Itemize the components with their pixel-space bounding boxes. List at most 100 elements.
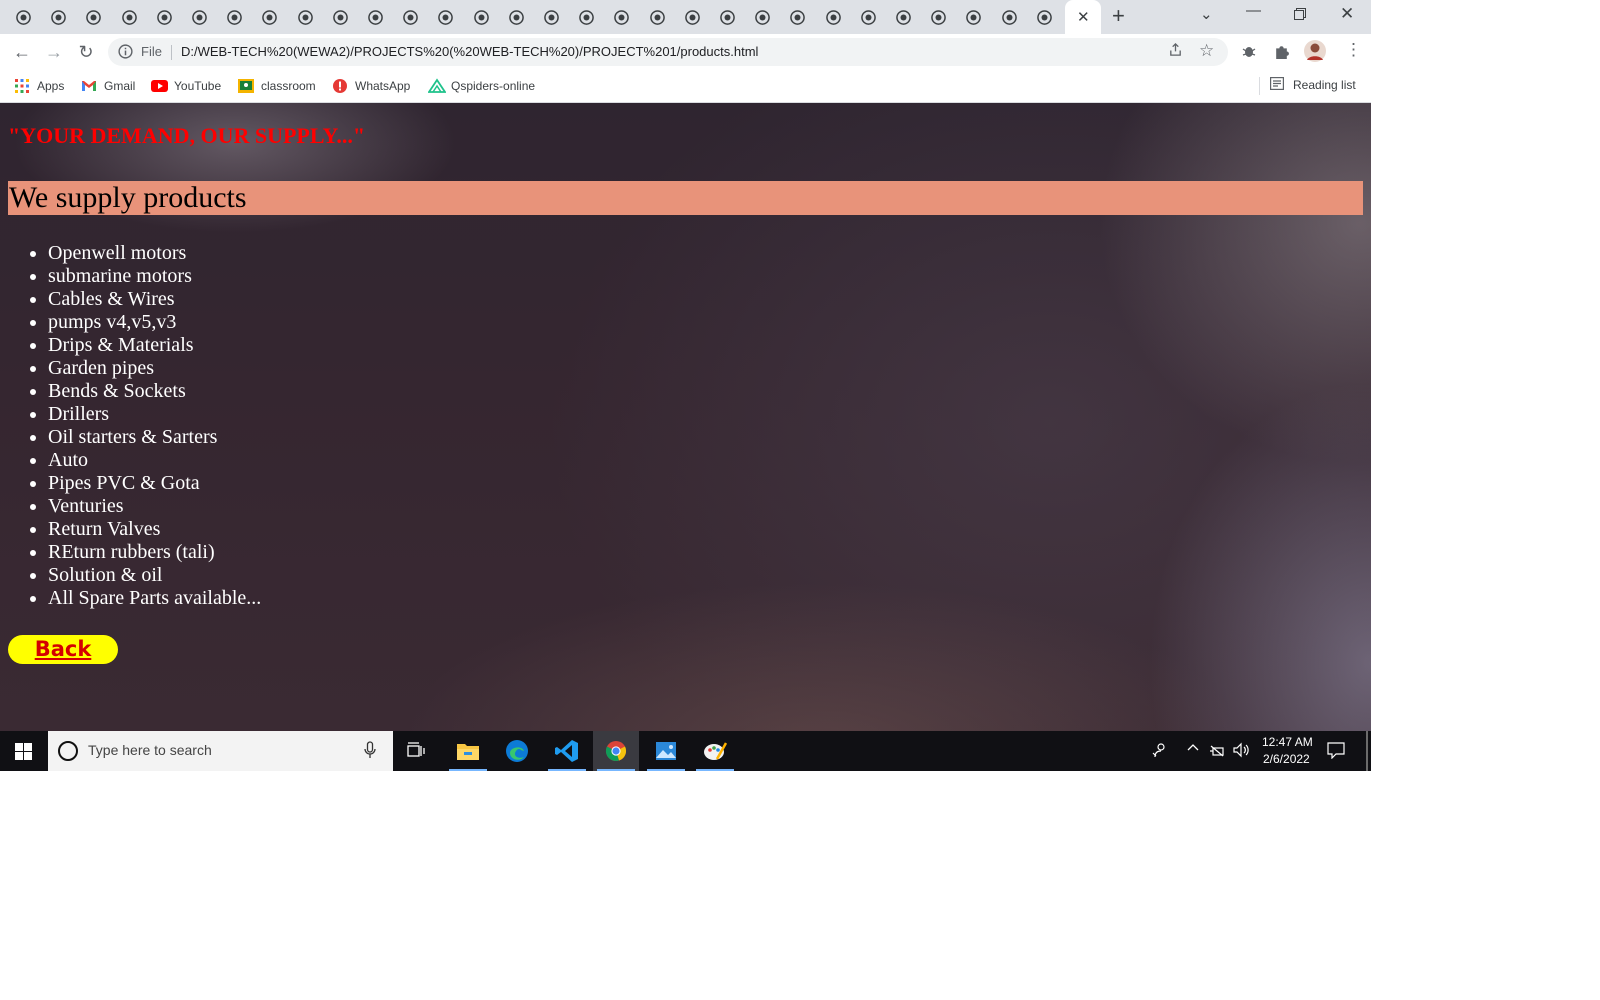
- browser-tab[interactable]: [288, 0, 323, 34]
- chrome-button[interactable]: [593, 731, 639, 771]
- browser-tab[interactable]: [710, 0, 745, 34]
- bookmark-classroom[interactable]: classroom: [238, 77, 316, 95]
- browser-tab[interactable]: [604, 0, 639, 34]
- slogan: "YOUR DEMAND, OUR SUPPLY...": [8, 123, 366, 148]
- browser-tab[interactable]: [147, 0, 182, 34]
- globe-icon: [156, 10, 172, 25]
- browser-tab[interactable]: [217, 0, 252, 34]
- address-bar[interactable]: File D:/WEB-TECH%20(WEWA2)/PROJECTS%20(%…: [108, 38, 1228, 66]
- browser-tab[interactable]: [358, 0, 393, 34]
- photos-button[interactable]: [643, 731, 689, 771]
- back-button[interactable]: Back: [8, 635, 118, 664]
- clock-time[interactable]: 12:47 AM: [1262, 735, 1313, 749]
- forward-arrow-icon[interactable]: →: [42, 40, 66, 64]
- notification-icon[interactable]: [1327, 741, 1345, 764]
- browser-tab[interactable]: [816, 0, 851, 34]
- bookmark-gmail[interactable]: Gmail: [81, 77, 135, 95]
- browser-tab[interactable]: [745, 0, 780, 34]
- task-view-icon: [407, 742, 425, 757]
- paint-button[interactable]: [692, 731, 738, 771]
- share-icon[interactable]: [1168, 42, 1183, 61]
- reading-list-label: Reading list: [1293, 78, 1356, 92]
- info-icon[interactable]: [118, 44, 133, 64]
- minimize-button[interactable]: —: [1246, 2, 1261, 19]
- list-item: All Spare Parts available...: [48, 587, 261, 610]
- back-arrow-icon[interactable]: ←: [10, 40, 34, 64]
- microphone-icon[interactable]: [364, 741, 376, 764]
- network-icon[interactable]: [1209, 742, 1225, 761]
- list-item: submarine motors: [48, 265, 261, 288]
- edge-button[interactable]: [494, 731, 540, 771]
- extension-bug-icon[interactable]: [1241, 43, 1257, 64]
- close-window-button[interactable]: ✕: [1340, 4, 1354, 24]
- omnibox-separator: [171, 45, 172, 60]
- browser-tab[interactable]: [252, 0, 287, 34]
- people-icon[interactable]: [1152, 742, 1168, 761]
- browser-tab[interactable]: [992, 0, 1027, 34]
- globe-icon: [720, 10, 735, 25]
- youtube-icon: [151, 78, 168, 94]
- task-view-button[interactable]: [393, 731, 439, 771]
- list-item: Garden pipes: [48, 357, 261, 380]
- browser-tab[interactable]: [921, 0, 956, 34]
- browser-tab[interactable]: [464, 0, 499, 34]
- browser-tab[interactable]: [569, 0, 604, 34]
- browser-tab[interactable]: [112, 0, 147, 34]
- menu-dots-icon[interactable]: ⋮: [1345, 40, 1362, 60]
- browser-tab[interactable]: [675, 0, 710, 34]
- browser-tab[interactable]: [393, 0, 428, 34]
- globe-icon: [508, 10, 524, 25]
- show-desktop-button[interactable]: [1366, 731, 1368, 771]
- browser-tab[interactable]: [6, 0, 41, 34]
- browser-tab[interactable]: [428, 0, 463, 34]
- clock-date[interactable]: 2/6/2022: [1263, 752, 1310, 766]
- list-item: REturn rubbers (tali): [48, 541, 261, 564]
- list-item: Solution & oil: [48, 564, 261, 587]
- list-item: Oil starters & Sarters: [48, 426, 261, 449]
- reload-icon[interactable]: ↻: [74, 40, 98, 64]
- restore-button[interactable]: [1294, 7, 1306, 24]
- classroom-icon: [238, 78, 254, 94]
- browser-tab[interactable]: [76, 0, 111, 34]
- browser-tab[interactable]: [640, 0, 675, 34]
- globe-icon: [473, 10, 489, 25]
- url-text[interactable]: D:/WEB-TECH%20(WEWA2)/PROJECTS%20(%20WEB…: [181, 44, 758, 59]
- browser-tab[interactable]: [534, 0, 569, 34]
- bookmark-star-icon[interactable]: ☆: [1199, 41, 1214, 61]
- globe-icon: [262, 10, 278, 25]
- tab-search-icon[interactable]: ⌄: [1200, 5, 1213, 23]
- volume-icon[interactable]: [1233, 742, 1251, 761]
- browser-tab[interactable]: [323, 0, 358, 34]
- profile-avatar[interactable]: [1304, 40, 1326, 67]
- globe-icon: [755, 10, 770, 25]
- new-tab-button[interactable]: +: [1112, 5, 1125, 27]
- browser-tab[interactable]: [41, 0, 76, 34]
- browser-tab[interactable]: [499, 0, 534, 34]
- browser-tab[interactable]: [1027, 0, 1062, 34]
- start-button[interactable]: [0, 731, 48, 771]
- bookmark-apps[interactable]: Apps: [14, 77, 64, 95]
- browser-tab[interactable]: [182, 0, 217, 34]
- tab-active[interactable]: ✕: [1065, 0, 1101, 34]
- back-link[interactable]: Back: [8, 635, 118, 664]
- bookmark-label: Gmail: [104, 79, 136, 93]
- file-explorer-button[interactable]: [445, 731, 491, 771]
- globe-icon: [192, 10, 207, 25]
- product-list: Openwell motors submarine motors Cables …: [8, 242, 261, 610]
- bookmark-youtube[interactable]: YouTube: [151, 77, 221, 95]
- taskbar-search[interactable]: Type here to search: [48, 731, 393, 771]
- globe-icon: [332, 10, 348, 25]
- bookmark-whatsapp[interactable]: WhatsApp: [332, 77, 410, 95]
- browser-tab[interactable]: [886, 0, 921, 34]
- close-tab-icon[interactable]: ✕: [1077, 8, 1090, 26]
- bookmark-qspiders[interactable]: Qspiders-online: [427, 77, 535, 95]
- extensions-puzzle-icon[interactable]: [1273, 43, 1290, 65]
- vscode-button[interactable]: [544, 731, 590, 771]
- browser-tab[interactable]: [851, 0, 886, 34]
- reading-list-button[interactable]: Reading list: [1270, 77, 1356, 93]
- browser-tab[interactable]: [956, 0, 991, 34]
- list-item: Drillers: [48, 403, 261, 426]
- browser-tab[interactable]: [780, 0, 815, 34]
- chevron-up-icon[interactable]: [1186, 740, 1200, 757]
- list-item: Drips & Materials: [48, 334, 261, 357]
